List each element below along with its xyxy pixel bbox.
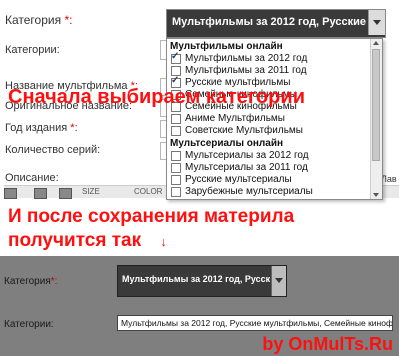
checkbox-checked-icon[interactable] [171, 51, 181, 64]
scroll-thumb[interactable] [372, 49, 380, 161]
toolbar-button[interactable] [4, 188, 17, 199]
scroll-up-icon[interactable] [373, 41, 379, 45]
category-select-value: Мультфильмы за 2012 год, Русские мул [167, 10, 367, 35]
category-label: Категория *: [5, 13, 72, 27]
category-option[interactable]: Мультфильмы за 2011 год [167, 65, 369, 77]
annotation-first-select: Сначала выбираем категории [8, 86, 305, 108]
year-label: Год издания *: [5, 122, 78, 134]
category-dropdown[interactable]: Мультфильмы онлайнМультфильмы за 2012 го… [166, 38, 383, 200]
annotation-after-save-line2: получится так ↓ [8, 230, 167, 252]
checkbox-icon[interactable] [171, 126, 181, 136]
result-category-select[interactable]: Мультфильмы за 2012 год, Русские мул [117, 265, 287, 297]
checkbox-icon[interactable] [171, 163, 181, 173]
color-select[interactable]: COLOR [134, 187, 162, 196]
required-mark: *: [70, 122, 78, 134]
category-select[interactable]: Мультфильмы за 2012 год, Русские мул [166, 9, 386, 38]
category-option[interactable]: Аниме Мультфильмы [167, 113, 369, 125]
checkbox-icon[interactable] [171, 114, 181, 124]
checkbox-icon[interactable] [171, 175, 181, 185]
result-select-button[interactable] [271, 266, 286, 296]
toolbar-button[interactable] [34, 188, 47, 199]
scroll-down-icon[interactable] [373, 193, 379, 197]
credit-text: by OnMulTs.Ru [262, 334, 393, 354]
categories-label: Категории: [5, 44, 60, 56]
arrow-down-icon: ↓ [160, 234, 167, 249]
result-category-select-value: Мультфильмы за 2012 год, Русские мул [122, 274, 270, 284]
category-option[interactable]: Русские мультсериалы [167, 174, 369, 186]
annotation-after-save-line1: И после сохранения материла [8, 206, 295, 227]
category-option-label: Аниме Мультфильмы [185, 113, 285, 124]
year-label-text: Год издания [5, 122, 68, 134]
category-option[interactable]: Мультфильмы за 2012 год [167, 51, 369, 65]
category-select-button[interactable] [368, 10, 385, 35]
category-option-label: Русские мультсериалы [185, 174, 292, 185]
toolbar-button[interactable] [59, 188, 72, 199]
category-option-label: Советские Мультфильмы [185, 125, 303, 136]
required-mark: *: [50, 276, 58, 287]
category-option-label: Мультсериалы за 2012 год [185, 150, 309, 161]
option-group-header: Мультсериалы онлайн [170, 138, 284, 149]
description-label: Описание: [5, 172, 59, 184]
episodes-label: Количество серий: [5, 144, 101, 156]
result-category-label: Категория*: [4, 276, 57, 287]
result-categories-field[interactable]: Мультфильмы за 2012 год, Русские мультфи… [117, 315, 393, 331]
category-option-label: Зарубежные мультсериалы [185, 186, 313, 197]
category-option[interactable]: Советские Мультфильмы [167, 125, 369, 137]
required-mark: *: [64, 13, 73, 27]
result-category-label-text: Категория [4, 276, 51, 287]
category-option-label: Мультфильмы за 2011 год [185, 65, 307, 76]
checkbox-icon[interactable] [171, 151, 181, 161]
chevron-down-icon [275, 278, 283, 283]
result-categories-label: Категории: [4, 319, 54, 330]
category-options: Мультфильмы онлайнМультфильмы за 2012 го… [167, 40, 369, 198]
side-label: Лав [381, 174, 397, 184]
annotation-after-save-text: получится так [8, 230, 142, 251]
category-label-text: Категория [5, 13, 62, 27]
category-option-label: Мультсериалы за 2011 год [185, 162, 308, 173]
category-option[interactable]: Мультсериалы за 2012 год [167, 150, 369, 162]
category-option[interactable]: Мультсериалы за 2011 год [167, 162, 369, 174]
font-size-select[interactable]: SIZE [82, 187, 100, 196]
checkbox-icon[interactable] [171, 187, 181, 197]
dropdown-scrollbar[interactable] [370, 39, 382, 199]
category-option[interactable]: Зарубежные мультсериалы [167, 186, 369, 198]
result-panel: Категория*: Мультфильмы за 2012 год, Рус… [0, 256, 399, 356]
chevron-down-icon [373, 20, 381, 25]
category-option-label: Мультфильмы за 2012 год [185, 53, 308, 64]
option-group-header: Мультфильмы онлайн [170, 41, 283, 52]
